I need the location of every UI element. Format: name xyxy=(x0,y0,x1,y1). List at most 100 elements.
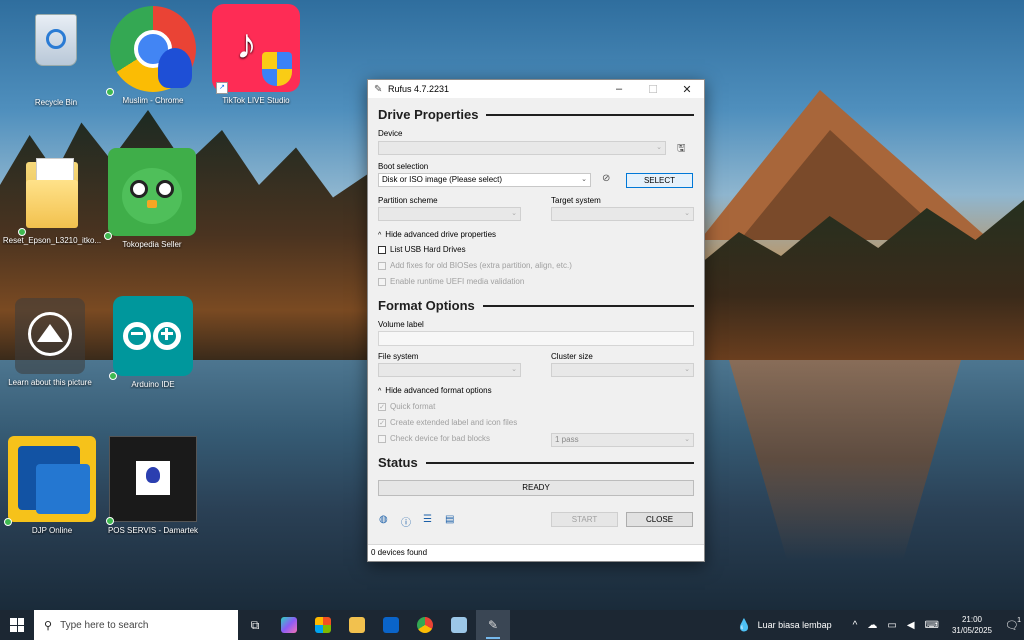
status-heading: Status xyxy=(378,455,694,470)
close-button[interactable]: CLOSE xyxy=(626,512,693,527)
file-system-label: File system xyxy=(378,352,419,361)
advanced-drive-toggle[interactable]: ^ Hide advanced drive properties xyxy=(378,230,496,239)
notification-count: 1 xyxy=(1017,616,1021,624)
passes-select[interactable]: 1 pass ⌄ xyxy=(551,433,694,447)
chevron-down-icon: ⌄ xyxy=(511,366,517,373)
onedrive-cloud-icon[interactable]: ☁ xyxy=(867,620,877,631)
language-icon[interactable]: ⌨ xyxy=(925,620,939,631)
copilot-icon xyxy=(281,617,297,633)
system-tray: 💧 Luar biasa lembap ^ ☁ ▭ ◀ ⌨ 21:00 31/0… xyxy=(737,610,1024,640)
chevron-down-icon: ⌄ xyxy=(656,144,662,151)
djp-icon xyxy=(4,436,96,526)
taskbar-search[interactable]: ⚲ Type here to search xyxy=(34,610,238,640)
start-button-windows[interactable] xyxy=(0,610,34,640)
verify-checkmark-icon[interactable]: ⊘ xyxy=(602,173,610,184)
chevron-down-icon: ⌄ xyxy=(581,176,587,183)
volume-icon[interactable]: ◀ xyxy=(907,620,915,631)
tiktok-icon: ♪ ↗ xyxy=(212,4,300,94)
partition-scheme-select[interactable]: ⌄ xyxy=(378,207,521,221)
outlook-icon xyxy=(383,617,399,633)
desktop-icon-label: DJP Online xyxy=(31,526,73,535)
chrome-profile-icon xyxy=(106,6,196,96)
rufus-usb-icon: ✎ xyxy=(487,618,499,632)
close-window-button[interactable]: ✕ xyxy=(670,80,704,98)
folder-icon xyxy=(18,156,82,236)
network-icon[interactable]: ▭ xyxy=(887,620,896,631)
add-fixes-checkbox[interactable]: Add fixes for old BIOSes (extra partitio… xyxy=(378,261,572,270)
about-info-icon[interactable]: ⓘ xyxy=(401,514,411,529)
quick-format-checkbox[interactable]: ✓ Quick format xyxy=(378,402,435,411)
window-title: Rufus 4.7.2231 xyxy=(388,84,450,94)
advanced-format-toggle[interactable]: ^ Hide advanced format options xyxy=(378,386,492,395)
start-button[interactable]: START xyxy=(551,512,618,527)
desktop-icon-tiktok-live[interactable]: ♪ ↗ TikTok LIVE Studio xyxy=(206,4,306,105)
desktop-icon-learn-picture[interactable]: Learn about this picture xyxy=(0,298,100,387)
clock-time: 21:00 xyxy=(961,615,982,624)
desktop-icon-djp-online[interactable]: DJP Online xyxy=(2,436,102,535)
select-button[interactable]: SELECT xyxy=(626,173,693,188)
drive-properties-heading: Drive Properties xyxy=(378,107,694,122)
chrome-icon xyxy=(417,617,433,633)
desktop-icon-reset-epson[interactable]: Reset_Epson_L3210_itko... xyxy=(2,156,102,245)
taskbar-store[interactable] xyxy=(306,610,340,640)
bad-blocks-checkbox[interactable]: Check device for bad blocks xyxy=(378,434,490,443)
extended-label-checkbox[interactable]: ✓ Create extended label and icon files xyxy=(378,418,517,427)
rufus-window[interactable]: ✎ Rufus 4.7.2231 – ☐ ✕ Drive Properties … xyxy=(367,79,705,562)
desktop-icon-tokopedia[interactable]: Tokopedia Seller xyxy=(102,148,202,249)
device-select[interactable]: ⌄ xyxy=(378,141,666,155)
save-drive-icon[interactable]: 🖫 xyxy=(677,141,686,158)
windows-logo-icon xyxy=(10,618,24,632)
taskbar-rufus[interactable]: ✎ xyxy=(476,610,510,640)
weather-widget[interactable]: 💧 Luar biasa lembap xyxy=(737,618,832,632)
cluster-size-select[interactable]: ⌄ xyxy=(551,363,694,377)
desktop-icon-label: Learn about this picture xyxy=(8,378,92,387)
log-icon[interactable]: ▤ xyxy=(445,514,454,525)
recycle-bin-icon xyxy=(32,14,80,94)
arduino-icon xyxy=(109,296,193,380)
desktop-icon-muslim-chrome[interactable]: Muslim - Chrome xyxy=(103,6,203,105)
desktop-icon-recycle-bin[interactable]: Recycle Bin xyxy=(6,8,106,107)
desktop-icon-pos-servis[interactable]: POS SERVIS - Damartek xyxy=(103,436,203,535)
notification-center-button[interactable]: 🗨 1 xyxy=(1000,616,1024,632)
taskbar-outlook[interactable] xyxy=(374,610,408,640)
show-hidden-icons[interactable]: ^ xyxy=(853,620,858,631)
title-bar[interactable]: ✎ Rufus 4.7.2231 – ☐ ✕ xyxy=(368,80,704,98)
volume-label-input[interactable] xyxy=(378,331,694,346)
chevron-up-icon: ^ xyxy=(378,388,382,395)
humidity-drop-icon: 💧 xyxy=(736,618,752,632)
desktop-icon-arduino[interactable]: Arduino IDE xyxy=(103,296,203,389)
settings-sliders-icon[interactable]: ☰ xyxy=(423,514,432,525)
format-options-heading: Format Options xyxy=(378,298,694,313)
camera-icon xyxy=(15,298,85,374)
maximize-button[interactable]: ☐ xyxy=(636,80,670,98)
chevron-down-icon: ⌄ xyxy=(684,210,690,217)
pos-servis-icon xyxy=(106,436,197,525)
chevron-down-icon: ⌄ xyxy=(684,366,690,373)
taskbar-notes[interactable] xyxy=(442,610,476,640)
clock[interactable]: 21:00 31/05/2025 xyxy=(952,614,992,636)
taskbar: ⚲ Type here to search ⧉ ✎ 💧 Luar biasa l… xyxy=(0,610,1024,640)
chevron-down-icon: ⌄ xyxy=(684,436,690,443)
desktop-icon-label: Muslim - Chrome xyxy=(122,96,184,105)
desktop-icon-label: Recycle Bin xyxy=(34,98,78,107)
status-progress-bar: READY xyxy=(378,480,694,496)
desktop-icon-label: Reset_Epson_L3210_itko... xyxy=(2,236,102,245)
taskbar-file-explorer[interactable] xyxy=(340,610,374,640)
taskbar-copilot[interactable] xyxy=(272,610,306,640)
clock-date: 31/05/2025 xyxy=(951,626,992,635)
desktop-icon-label: Tokopedia Seller xyxy=(122,240,182,249)
search-placeholder: Type here to search xyxy=(60,619,149,631)
task-view-button[interactable]: ⧉ xyxy=(238,610,272,640)
notes-icon xyxy=(451,617,467,633)
cluster-size-label: Cluster size xyxy=(551,352,593,361)
minimize-button[interactable]: – xyxy=(602,80,636,98)
boot-selection-select[interactable]: Disk or ISO image (Please select) ⌄ xyxy=(378,173,591,187)
uefi-validation-checkbox[interactable]: Enable runtime UEFI media validation xyxy=(378,277,524,286)
language-globe-icon[interactable]: ◍ xyxy=(379,514,388,525)
target-system-select[interactable]: ⌄ xyxy=(551,207,694,221)
taskbar-chrome[interactable] xyxy=(408,610,442,640)
store-icon xyxy=(315,617,331,633)
search-icon: ⚲ xyxy=(44,619,53,632)
list-usb-checkbox[interactable]: List USB Hard Drives xyxy=(378,245,466,254)
file-system-select[interactable]: ⌄ xyxy=(378,363,521,377)
